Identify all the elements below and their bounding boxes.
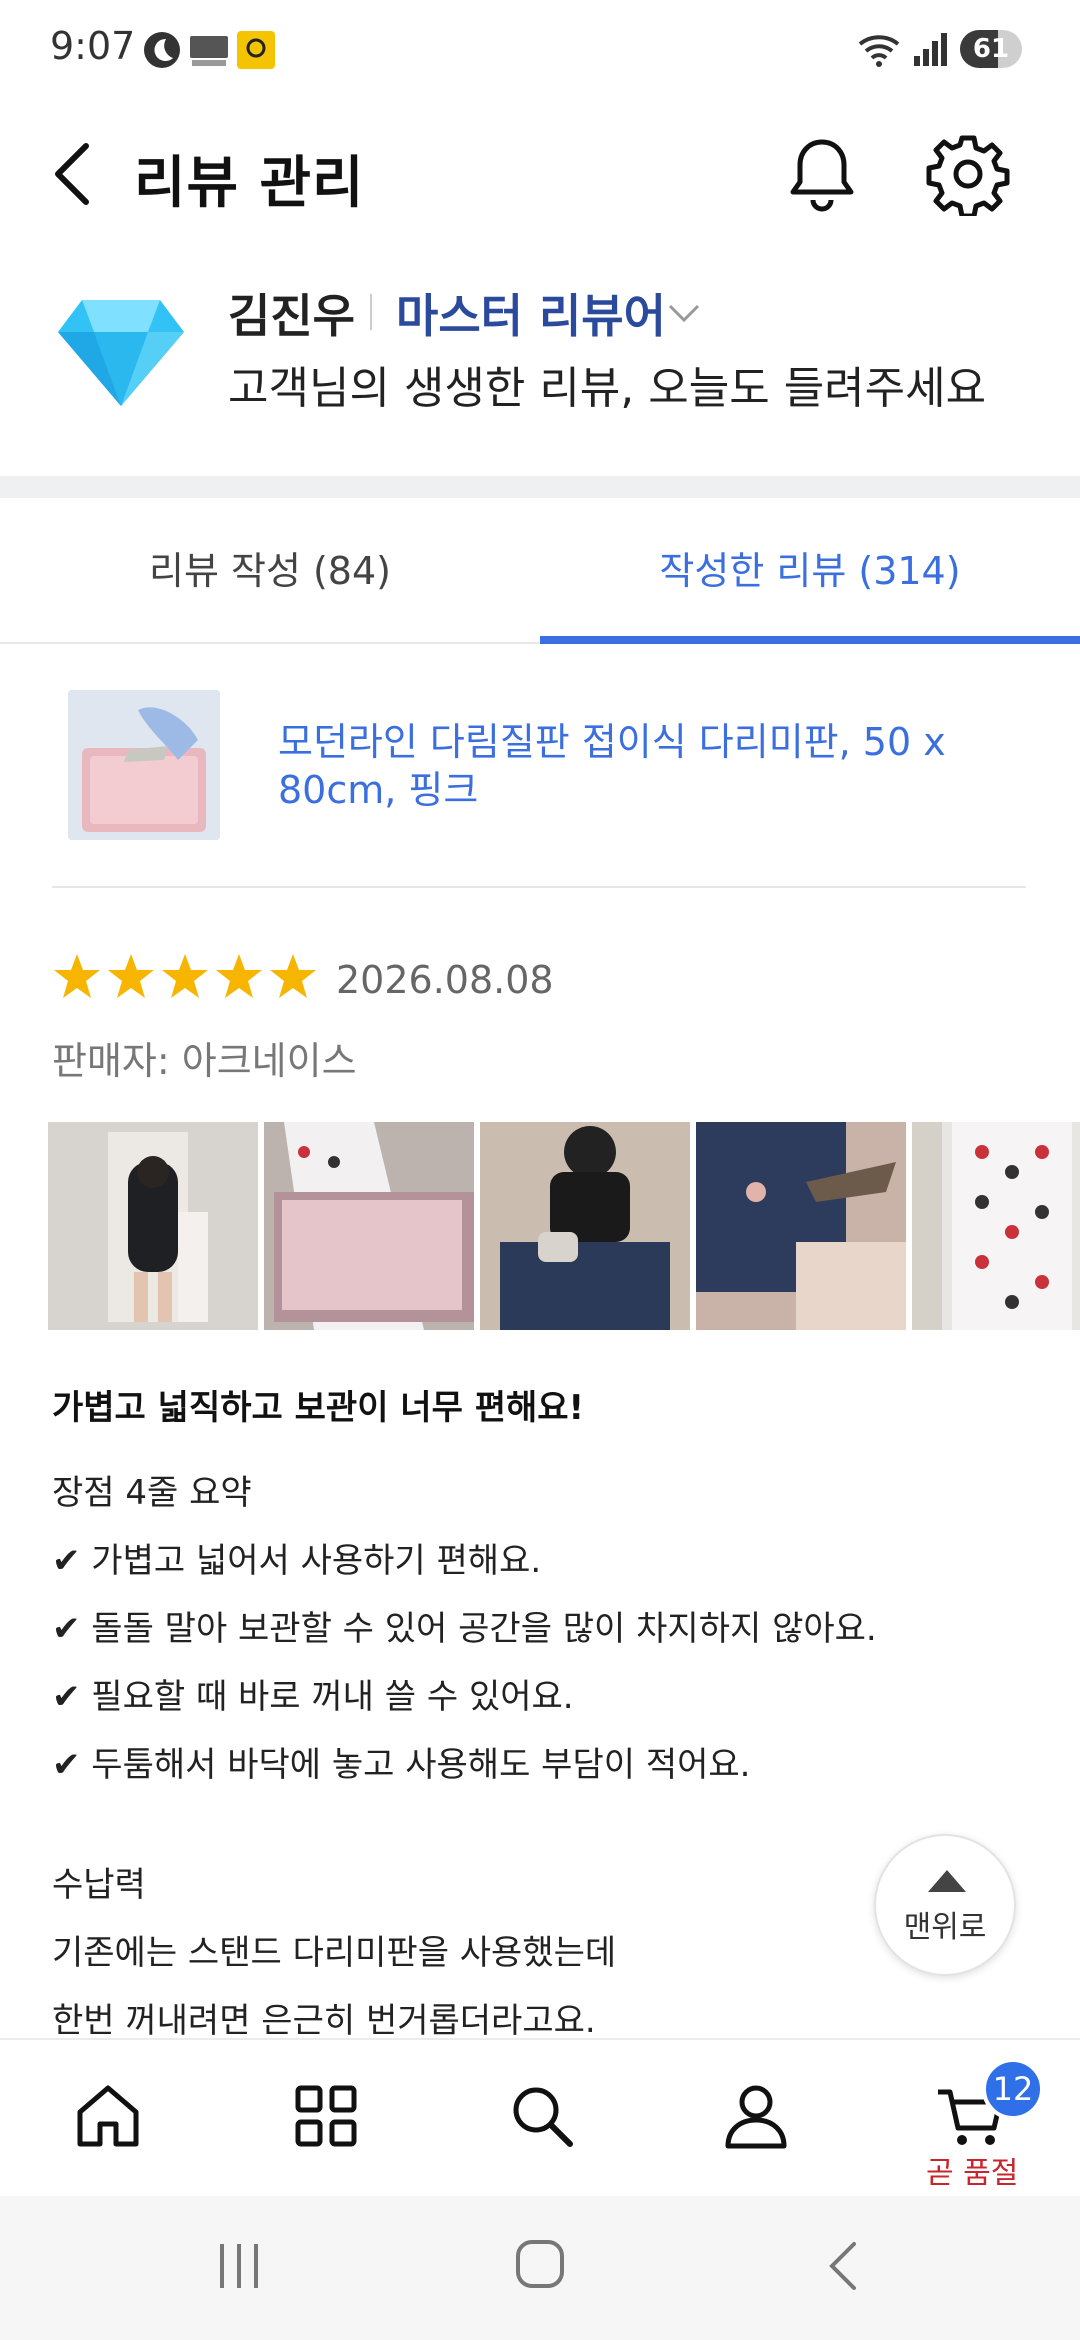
top-bar: 리뷰 관리 [0,98,1080,248]
battery-indicator: 61 [960,30,1022,68]
page-title: 리뷰 관리 [134,151,365,216]
system-nav-bar [0,2196,1080,2340]
profile-tagline: 고객님의 생생한 리뷰, 오늘도 들려주세요 [228,363,987,414]
review-body: 가볍고 넓직하고 보관이 너무 편해요! 장점 4줄 요약 ✔ 가볍고 넓어서 … [52,1380,1032,2055]
arrow-up-icon [928,1870,966,1892]
gear-icon[interactable] [926,132,1010,216]
star-icon [216,954,262,998]
review-photo[interactable] [480,1122,690,1330]
battery-level: 61 [972,34,1010,64]
wifi-icon [858,35,900,67]
product-row[interactable]: 모던라인 다림질판 접이식 다리미판, 50 x 80cm, 핑크 [0,690,1080,890]
status-time: 9:07 [50,24,136,68]
moon-icon [144,32,180,68]
tab-write-review[interactable]: 리뷰 작성 (84) [0,498,540,644]
cart-badge: 12 [982,2058,1044,2120]
tab-written-reviews[interactable]: 작성한 리뷰 (314) [540,498,1080,644]
product-title[interactable]: 모던라인 다림질판 접이식 다리미판, 50 x 80cm, 핑크 [278,718,998,814]
home-button-icon[interactable] [512,2236,568,2292]
back-arrow-icon[interactable] [46,138,106,210]
search-icon[interactable] [506,2080,578,2152]
review-title: 가볍고 넓직하고 보관이 너무 편해요! [52,1388,585,1428]
review-line: ✔ 돌돌 말아 보관할 수 있어 공간을 많이 차지하지 않아요. [52,1609,877,1649]
cart-soldout-label: 곧 품절 [926,2156,1019,2191]
bottom-nav: 12 곧 품절 [0,2038,1080,2196]
star-icon [108,954,154,998]
review-tabs: 리뷰 작성 (84) 작성한 리뷰 (314) [0,498,1080,644]
divider-line [52,886,1026,888]
seller-name: 판매자: 아크네이스 [52,1039,357,1083]
diamond-grade-icon [58,300,184,406]
person-icon[interactable] [720,2080,792,2152]
review-photo[interactable] [48,1122,258,1330]
active-tab-indicator [540,636,1080,644]
bell-icon[interactable] [782,134,862,214]
review-line: 장점 4줄 요약 [52,1473,252,1513]
reviewer-name: 김진우 [228,289,355,343]
section-divider [0,476,1080,498]
review-photo[interactable] [696,1122,906,1330]
recent-apps-icon[interactable] [214,2238,264,2294]
review-line: ✔ 두툼해서 바닥에 놓고 사용해도 부담이 적어요. [52,1745,751,1785]
star-icon [162,954,208,998]
name-separator [370,294,372,330]
star-icon [54,954,100,998]
chevron-down-icon[interactable] [664,298,704,328]
status-bar: 9:07 61 [0,0,1080,98]
review-photo[interactable] [912,1122,1080,1330]
reviewer-grade[interactable]: 마스터 리뷰어 [396,280,666,346]
review-line: ✔ 가볍고 넓어서 사용하기 편해요. [52,1541,542,1581]
gimpo-pay-icon [190,36,228,66]
grid-icon[interactable] [290,2080,362,2152]
profile-section: 김진우 마스터 리뷰어 고객님의 생생한 리뷰, 오늘도 들려주세요 [0,260,1080,460]
local-pay-icon [237,31,275,69]
scroll-top-label: 맨위로 [903,1910,987,1945]
product-thumbnail[interactable] [68,690,220,840]
home-icon[interactable] [72,2080,144,2152]
review-line: ✔ 필요할 때 바로 꺼내 쓸 수 있어요. [52,1677,574,1717]
star-icon [270,954,316,998]
review-date: 2026.08.08 [336,958,554,1002]
scroll-top-button[interactable]: 맨위로 [874,1834,1016,1976]
review-photo[interactable] [264,1122,474,1330]
review-photos [48,1122,1080,1330]
system-back-icon[interactable] [824,2238,864,2294]
star-rating [52,952,322,1016]
signal-icon [914,33,947,66]
